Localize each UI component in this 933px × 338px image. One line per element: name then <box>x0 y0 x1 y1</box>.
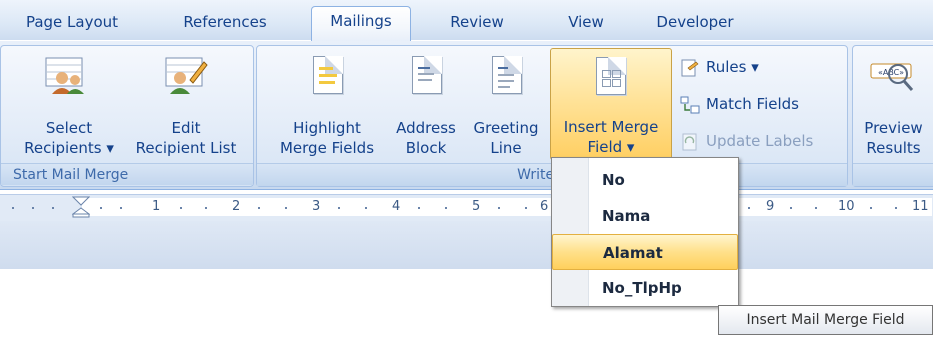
rules-button[interactable]: Rules ▾ <box>680 56 830 80</box>
ruler-tick <box>418 207 420 209</box>
insert-merge-field-icon <box>596 57 626 95</box>
menu-item-label: Alamat <box>603 244 663 262</box>
ruler-tick <box>12 207 14 209</box>
ruler-tick <box>365 207 367 209</box>
ruler-number: 4 <box>392 199 401 214</box>
greeting-line-button[interactable]: Greeting Line <box>466 50 546 160</box>
insert-merge-field-label-2: Field ▾ <box>587 138 635 156</box>
ruler-tick <box>525 207 527 209</box>
address-block-label-1: Address <box>396 119 456 137</box>
ruler-tick <box>32 207 34 209</box>
rules-label: Rules ▾ <box>706 58 759 76</box>
tab-review[interactable]: Review <box>442 8 512 38</box>
greeting-line-label-2: Line <box>490 139 522 157</box>
select-recipients-icon <box>44 56 88 96</box>
tab-references[interactable]: References <box>168 8 282 38</box>
preview-results-button[interactable]: «ABC» Preview Results <box>854 50 933 160</box>
tab-page-layout[interactable]: Page Layout <box>14 8 130 38</box>
ruler-number: 5 <box>472 199 481 214</box>
group-label-start-mail-merge: Start Mail Merge <box>1 163 253 185</box>
address-block-label-2: Block <box>405 139 447 157</box>
ruler-tick <box>285 207 287 209</box>
insert-merge-field-button[interactable]: Insert Merge Field ▾ <box>550 48 672 160</box>
select-recipients-label-1: Select <box>45 119 93 137</box>
ruler-tick <box>748 207 750 209</box>
indent-marker-icon[interactable] <box>71 196 91 218</box>
highlight-merge-fields-button[interactable]: Highlight Merge Fields <box>268 50 386 160</box>
insert-merge-field-label-1: Insert Merge <box>563 118 659 136</box>
ruler-tick <box>498 207 500 209</box>
tab-view[interactable]: View <box>560 8 612 38</box>
preview-results-label-2: Results <box>866 139 921 157</box>
edit-recipient-list-button[interactable]: Edit Recipient List <box>124 50 248 160</box>
ruler-tick <box>52 207 54 209</box>
greeting-line-label-1: Greeting <box>473 119 539 137</box>
ruler-number: 9 <box>766 199 775 214</box>
ruler-tick <box>120 207 122 209</box>
menu-item-label: No <box>602 171 625 189</box>
edit-recipient-list-label-2: Recipient List <box>135 139 237 157</box>
menu-item-label: Nama <box>602 207 651 225</box>
ruler-number: 3 <box>312 199 321 214</box>
ruler-tick <box>100 207 102 209</box>
update-labels-button[interactable]: Update Labels <box>680 130 840 154</box>
ruler-tick <box>895 207 897 209</box>
greeting-line-icon <box>492 56 522 94</box>
highlight-merge-fields-label-1: Highlight <box>293 119 361 137</box>
highlight-merge-fields-label-2: Merge Fields <box>279 139 375 157</box>
edit-recipient-list-label-1: Edit <box>171 119 201 137</box>
tab-mailings[interactable]: Mailings <box>311 6 411 43</box>
address-block-button[interactable]: Address Block <box>388 50 464 160</box>
menu-item-no-tlphp[interactable]: No_TlpHp <box>552 270 738 306</box>
update-labels-icon <box>680 132 700 152</box>
ruler-tick <box>445 207 447 209</box>
match-fields-button[interactable]: Match Fields <box>680 93 830 117</box>
menu-item-no[interactable]: No <box>552 162 738 198</box>
ruler-tick <box>205 207 207 209</box>
ruler-tick <box>790 207 792 209</box>
ruler-number: 2 <box>232 199 241 214</box>
rules-icon <box>680 58 700 78</box>
menu-item-nama[interactable]: Nama <box>552 198 738 234</box>
match-fields-label: Match Fields <box>706 95 799 113</box>
tooltip: Insert Mail Merge Field <box>718 305 933 335</box>
ruler-number: 6 <box>540 199 549 214</box>
ruler-number: 11 <box>912 199 929 214</box>
ruler-tick <box>815 207 817 209</box>
menu-item-alamat[interactable]: Alamat <box>552 234 738 270</box>
document-area-header <box>0 221 933 269</box>
ruler-number: 1 <box>152 199 161 214</box>
highlight-merge-fields-icon <box>313 56 343 94</box>
select-recipients-label-2: Recipients ▾ <box>24 139 114 157</box>
edit-recipient-list-icon <box>164 56 208 96</box>
ruler-tick <box>180 207 182 209</box>
menu-item-label: No_TlpHp <box>602 279 682 297</box>
ruler-tick <box>870 207 872 209</box>
ruler-tick <box>258 207 260 209</box>
ruler-number: 10 <box>838 199 855 214</box>
preview-results-icon: «ABC» <box>868 56 918 96</box>
select-recipients-button[interactable]: Select Recipients ▾ <box>4 50 134 160</box>
ruler-text-area <box>82 198 932 216</box>
preview-results-label-1: Preview <box>864 119 923 137</box>
group-label-preview <box>853 163 933 186</box>
tab-developer[interactable]: Developer <box>650 8 740 38</box>
update-labels-label: Update Labels <box>706 132 814 150</box>
ruler-tick <box>338 207 340 209</box>
address-block-icon <box>412 56 442 94</box>
match-fields-icon <box>680 95 700 115</box>
